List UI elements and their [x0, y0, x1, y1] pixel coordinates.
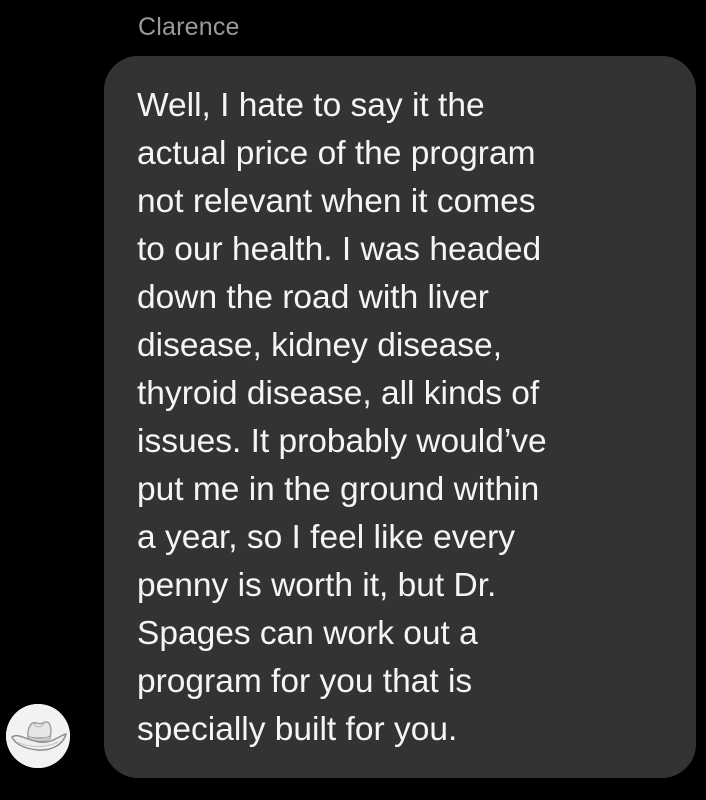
message-bubble[interactable]: Well, I hate to say it the actual price … — [104, 56, 696, 778]
message-line: actual price of the program — [137, 135, 536, 172]
message-line: Spages can work out a — [137, 615, 478, 652]
message-line: to our health. I was headed — [137, 231, 542, 268]
sender-name: Clarence — [138, 13, 240, 41]
message-line: down the road with liver — [137, 279, 489, 316]
message-line: put me in the ground within — [137, 471, 540, 508]
message-line: Well, I hate to say it the — [137, 87, 485, 124]
message-line: a year, so I feel like every — [137, 519, 515, 556]
message-line: issues. It probably would’ve — [137, 423, 547, 460]
message-line: disease, kidney disease, — [137, 327, 502, 364]
message-line: not relevant when it comes — [137, 183, 536, 220]
message-line: specially built for you. — [137, 711, 458, 748]
message-line: penny is worth it, but Dr. — [137, 567, 497, 604]
message-line: thyroid disease, all kinds of — [137, 375, 540, 412]
message-line: program for you that is — [137, 663, 473, 700]
cowboy-hat-icon — [6, 704, 70, 768]
avatar[interactable] — [6, 704, 70, 768]
